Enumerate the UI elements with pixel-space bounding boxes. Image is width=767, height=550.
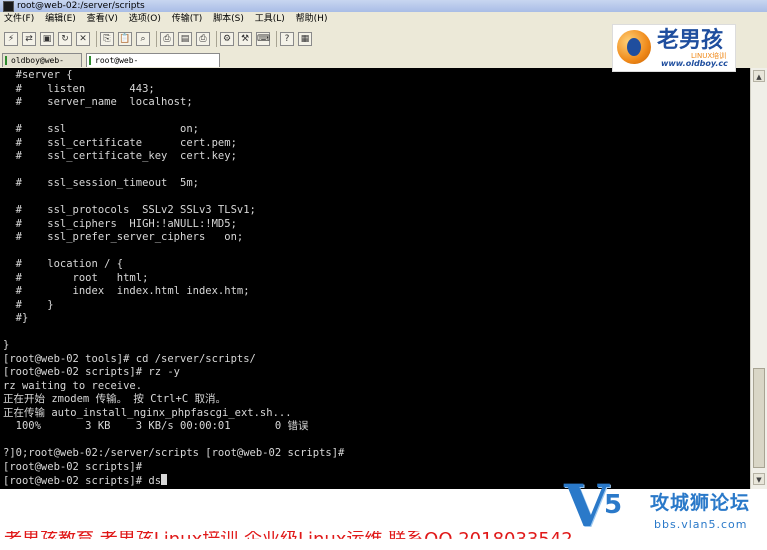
scroll-down-icon[interactable]: ▼ [753, 473, 765, 485]
window-title: root@web-02:/server/scripts [17, 1, 145, 11]
terminal-line: # ssl_certificate_key cert.key; [3, 150, 237, 162]
forum-url: bbs.vlan5.com [654, 518, 748, 531]
terminal-line: #} [3, 312, 29, 324]
terminal-line: ?]0;root@web-02:/server/scripts [root@we… [3, 447, 345, 459]
menu-view[interactable]: 查看(V) [83, 12, 122, 26]
vlan5-logo-number: 5 [604, 490, 623, 520]
terminal-line: #server { [3, 69, 73, 81]
menu-options[interactable]: 选项(O) [125, 12, 165, 26]
status-dot-icon [5, 56, 7, 65]
print-icon[interactable]: ⎙ [196, 32, 210, 46]
terminal-line: [root@web-02 scripts]# rz -y [3, 366, 181, 378]
terminal-line: # listen 443; [3, 82, 155, 95]
menu-tools[interactable]: 工具(L) [251, 12, 289, 26]
terminal-app-icon [3, 1, 14, 12]
toolbar-separator [276, 31, 277, 47]
title-bar: root@web-02:/server/scripts [0, 0, 767, 12]
print-preview-icon[interactable]: ▤ [178, 32, 192, 46]
reconnect-icon[interactable]: ↻ [58, 32, 72, 46]
terminal-line: # location / { [3, 258, 124, 270]
terminal-line: 正在传输 auto_install_nginx_phpfascgi_ext.sh… [3, 406, 292, 419]
terminal-line: # } [3, 298, 54, 311]
find-icon[interactable]: ⌕ [136, 32, 150, 46]
oldboy-logo: 老男孩 LINUX培训 www.oldboy.cc [612, 24, 736, 72]
terminal-line: } [3, 339, 10, 351]
menu-edit[interactable]: 编辑(E) [41, 12, 80, 26]
terminal-cursor [161, 474, 168, 485]
terminal-line: # root html; [3, 271, 149, 284]
logo-url: www.oldboy.cc [661, 59, 728, 68]
quick-connect-icon[interactable]: ⇄ [22, 32, 36, 46]
oldboy-logo-mark-icon [617, 30, 651, 64]
help-icon[interactable]: ? [280, 32, 294, 46]
menu-file[interactable]: 文件(F) [0, 12, 38, 26]
terminal-line: # ssl on; [3, 123, 199, 135]
tab-oldboy-web-01[interactable]: oldboy@web-01⌄ [2, 53, 82, 79]
terminal-input[interactable]: [root@web-02 scripts]# ds [3, 475, 161, 487]
sftp-icon[interactable]: ▦ [298, 32, 312, 46]
terminal-line: rz waiting to receive. [3, 379, 143, 392]
terminal-line: [root@web-02 scripts]# [3, 460, 143, 473]
terminal-prompt-line: [root@web-02 scripts]# ds [3, 474, 168, 488]
menu-script[interactable]: 脚本(S) [209, 12, 248, 26]
forum-name: 攻城狮论坛 [650, 492, 751, 514]
toolbar-separator [156, 31, 157, 47]
print-setup-icon[interactable]: ⎙ [160, 32, 174, 46]
terminal-line: # index index.html index.htm; [3, 285, 250, 297]
connect-icon[interactable]: ⚡ [4, 32, 18, 46]
tab-root-web-02[interactable]: root@web-02:/server/scripts [86, 53, 220, 79]
terminal-line: 100% 3 KB 3 KB/s 00:00:01 0 错误 [3, 420, 309, 432]
global-options-icon[interactable]: ⚒ [238, 32, 252, 46]
toolbar-separator [96, 31, 97, 47]
bottom-caption: 老男孩教育 老男孩Linux培训 企业级Linux运维 联系QQ 2018033… [4, 529, 573, 550]
connect-in-tab-icon[interactable]: ▣ [40, 32, 54, 46]
terminal-screen[interactable]: #server { # listen 443; # server_name lo… [0, 68, 750, 489]
disconnect-icon[interactable]: ✕ [76, 32, 90, 46]
terminal-line: # ssl_prefer_server_ciphers on; [3, 231, 244, 243]
terminal-line: [root@web-02 tools]# cd /server/scripts/ [3, 352, 256, 365]
terminal-line: # ssl_session_timeout 5m; [3, 177, 199, 189]
terminal-line: # ssl_certificate cert.pem; [3, 136, 237, 149]
logo-name: 老男孩 [657, 27, 724, 53]
session-options-icon[interactable]: ⚙ [220, 32, 234, 46]
terminal-scrollbar[interactable]: ▲ ▼ [750, 68, 767, 489]
terminal-line: # ssl_ciphers HIGH:!aNULL:!MD5; [3, 217, 237, 230]
paste-icon[interactable]: 📋 [118, 32, 132, 46]
menu-help[interactable]: 帮助(H) [292, 12, 332, 26]
toolbar-separator [216, 31, 217, 47]
terminal-line: # ssl_protocols SSLv2 SSLv3 TLSv1; [3, 204, 256, 216]
menu-transfer[interactable]: 传输(T) [168, 12, 207, 26]
scroll-up-icon[interactable]: ▲ [753, 70, 765, 82]
copy-icon[interactable]: ⎘ [100, 32, 114, 46]
keymap-icon[interactable]: ⌨ [256, 32, 270, 46]
scroll-thumb[interactable] [753, 368, 765, 468]
terminal-line: 正在开始 zmodem 传输。 按 Ctrl+C 取消。 [3, 393, 226, 405]
terminal-line: # server_name localhost; [3, 96, 193, 108]
status-dot-icon [89, 56, 91, 65]
